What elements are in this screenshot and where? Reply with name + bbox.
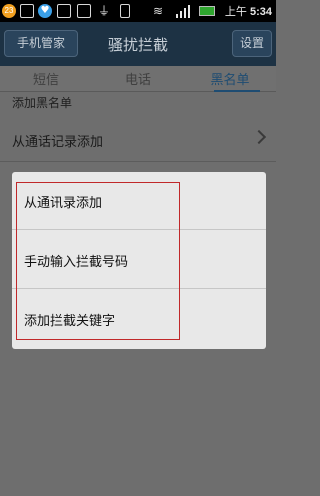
add-keyword-option[interactable]: 添加拦截关键字 — [12, 290, 266, 348]
option-label: 添加拦截关键字 — [24, 314, 116, 329]
usb-icon: ⏚ — [98, 4, 111, 18]
manual-number-option[interactable]: 手动输入拦截号码 — [12, 231, 266, 289]
section-header: 添加黑名单 — [12, 96, 73, 110]
tab-bar: 短信 电话 黑名单 — [0, 66, 276, 92]
battery-icon — [199, 6, 215, 16]
notification-badge: 23 — [2, 4, 16, 18]
notification-box-icon — [20, 4, 34, 18]
chevron-right-icon — [251, 129, 267, 145]
title-bar: 手机管家 骚扰拦截 设置 — [0, 22, 276, 66]
time-prefix: 上午 — [224, 6, 247, 18]
add-from-contacts-option[interactable]: 从通讯录添加 — [12, 172, 266, 230]
status-clock: 上午 5:34 — [225, 3, 272, 19]
time: 5:34 — [249, 6, 272, 18]
tab-sms[interactable]: 短信 — [0, 69, 92, 88]
sdcard-icon — [120, 4, 130, 18]
tab-calls[interactable]: 电话 — [92, 69, 184, 88]
add-from-call-log-row[interactable]: 从通话记录添加 — [0, 118, 276, 162]
image-icon — [77, 4, 91, 18]
active-tab-indicator — [214, 90, 260, 92]
add-options-dialog: 从通讯录添加 手动输入拦截号码 添加拦截关键字 — [12, 172, 266, 349]
settings-button[interactable]: 设置 — [232, 30, 272, 57]
notification-box-icon — [57, 4, 71, 18]
option-label: 手动输入拦截号码 — [24, 255, 129, 270]
row-label: 从通话记录添加 — [12, 135, 104, 150]
wifi-icon: ≋ — [153, 4, 164, 18]
option-label: 从通讯录添加 — [24, 196, 103, 211]
signal-icon — [176, 5, 190, 18]
heart-icon: ♥ — [38, 4, 52, 18]
tab-blacklist[interactable]: 黑名单 — [184, 69, 276, 88]
status-bar: 23 ♥ ⏚ ≋ 上午 5:34 — [0, 0, 276, 22]
